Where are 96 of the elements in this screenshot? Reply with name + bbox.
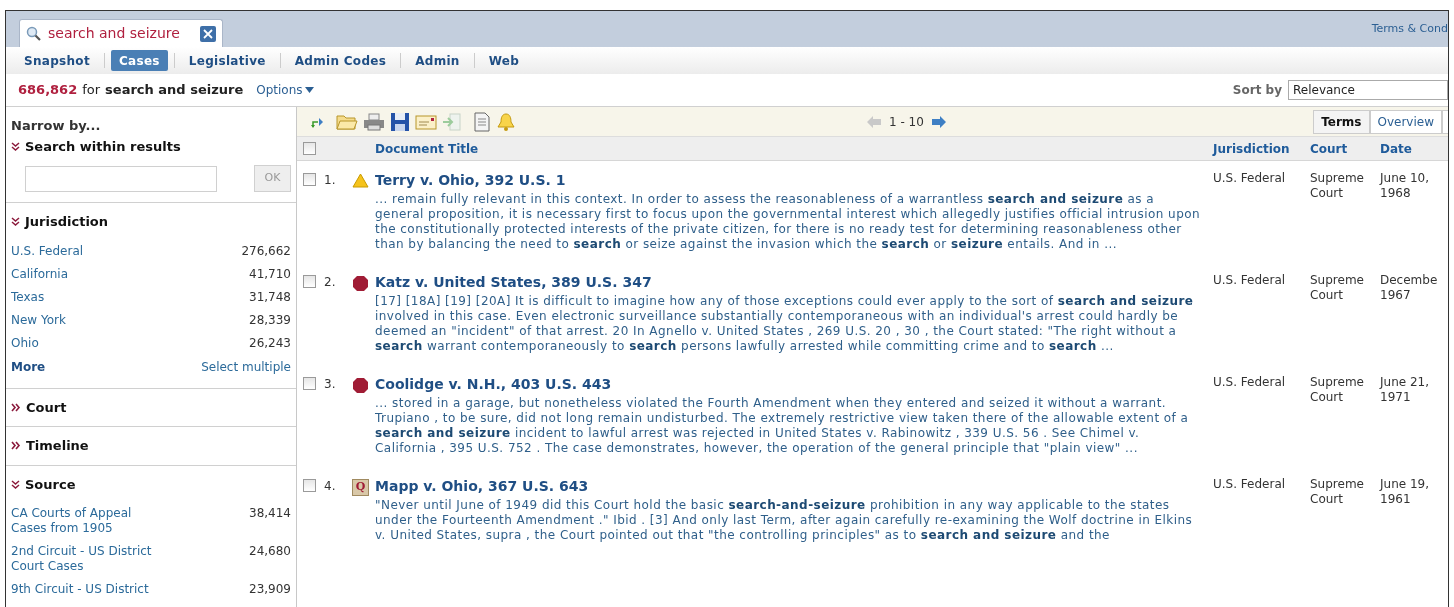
select-multiple-link[interactable]: Select multiple	[201, 357, 291, 376]
court-cell-text: Supreme Court	[1310, 171, 1365, 202]
row-number: 3.	[324, 377, 337, 391]
section-header[interactable]: Search within results	[11, 136, 181, 156]
filter-link[interactable]: California	[11, 266, 161, 282]
quoted-flag: Q	[352, 479, 369, 496]
filter-link[interactable]: 2nd Circuit - US District Court Cases	[11, 544, 161, 574]
previous-arrow-icon[interactable]	[867, 115, 881, 128]
nav-tab[interactable]: Legislative	[180, 50, 274, 71]
terms-link[interactable]: Terms & Cond	[1371, 20, 1448, 38]
options-dropdown[interactable]: Options	[256, 81, 314, 99]
filter-count: 23,909	[249, 582, 291, 597]
nav-tab[interactable]: Admin	[407, 50, 468, 71]
filter-link[interactable]: 9th Circuit - US District	[11, 582, 161, 597]
bell-icon[interactable]	[496, 111, 516, 132]
email-icon[interactable]	[415, 112, 437, 131]
jurisdiction-cell-text: U.S. Federal	[1213, 273, 1287, 289]
nav-tab[interactable]: Cases	[110, 50, 168, 71]
sort-label: Sort by	[1232, 82, 1282, 99]
search-query: search and seizure	[48, 24, 180, 43]
search-tab[interactable]: search and seizure	[19, 19, 223, 47]
date-cell-text: June 21, 1971	[1380, 375, 1431, 406]
filter-link[interactable]: CA Courts of Appeal Cases from 1905	[11, 506, 161, 536]
row-number: 1.	[324, 173, 337, 187]
filter-link[interactable]: Texas	[11, 289, 161, 305]
court-cell-text: Supreme Court	[1310, 273, 1365, 304]
page-range: 1 - 10	[889, 113, 924, 131]
date-cell-text: June 10, 1968	[1380, 171, 1431, 202]
row-number: 4.	[324, 479, 337, 493]
filter-count: 28,339	[249, 312, 291, 328]
column-header[interactable]: Court	[1310, 139, 1380, 158]
chevron-right-icon	[11, 402, 21, 412]
column-header[interactable]: Document Title	[375, 139, 1213, 158]
document-title-link[interactable]: Terry v. Ohio, 392 U.S. 1	[375, 171, 1209, 189]
column-header[interactable]: Jurisdiction	[1213, 139, 1310, 158]
printer-icon[interactable]	[363, 112, 385, 131]
more-link[interactable]: More	[11, 357, 46, 376]
column-header[interactable]: Date	[1380, 139, 1412, 158]
jurisdiction-cell-text: U.S. Federal	[1213, 375, 1287, 391]
date-cell-text: Decembe 1967	[1380, 273, 1439, 304]
row-number: 2.	[324, 275, 337, 289]
snippet-text: ... remain fully relevant in this context. In order to assess the reasonableness of a warrantless search and seizure as a general proposition, it is necessary first to focus upon the governmental interest which allegedly justifies official intrusion upon the constitutionally protected interests of the private citizen, for there is no ready test for determining reasonableness other than by balancing the need to search or seize against the invasion which the search or seizure entails. And in ...	[375, 192, 1202, 252]
document-icon[interactable]	[473, 111, 491, 132]
close-button[interactable]	[199, 25, 216, 42]
nav-tab[interactable]: Snapshot	[16, 50, 98, 71]
result-count: 686,862	[18, 81, 78, 100]
jurisdiction-cell-text: U.S. Federal	[1213, 477, 1287, 493]
section-header[interactable]: Timeline	[11, 436, 89, 456]
filter-count: 31,748	[249, 289, 291, 305]
document-title-link[interactable]: Katz v. United States, 389 U.S. 347	[375, 273, 1209, 291]
result-connector: for	[82, 81, 101, 100]
chevron-down-icon	[11, 141, 20, 151]
checkbox[interactable]	[303, 142, 316, 155]
result-query: search and seizure	[105, 81, 244, 100]
folder-icon[interactable]	[336, 112, 358, 131]
view-tab[interactable]: Terms	[1313, 109, 1370, 134]
next-arrow-icon[interactable]	[931, 115, 946, 128]
export-icon[interactable]	[442, 111, 462, 132]
chevron-down-icon	[11, 479, 20, 489]
nav-tab[interactable]: Admin Codes	[286, 50, 395, 71]
chevron-right-icon	[11, 441, 21, 451]
filter-link[interactable]: Ohio	[11, 335, 161, 351]
view-tab[interactable]	[1442, 109, 1448, 134]
court-cell-text: Supreme Court	[1310, 477, 1365, 508]
filter-count: 24,680	[249, 544, 291, 559]
filter-link[interactable]: New York	[11, 312, 161, 328]
close-icon	[202, 28, 213, 39]
court-cell-text: Supreme Court	[1310, 375, 1365, 406]
filter-count: 38,414	[249, 506, 291, 521]
document-title-link[interactable]: Coolidge v. N.H., 403 U.S. 443	[375, 375, 1209, 393]
filter-count: 276,662	[241, 243, 291, 259]
snippet-text: [17] [18A] [19] [20A] It is difficult to imagine how any of those exceptions could ever apply to the sort of search and seizure involved in this case. Even electronic surveillance substantially contemporaneous with an individual's arrest could hardly be deemed an "incident" of that arrest. 20 In Agnello v. United States , 269 U.S. 20 , 30 , the Court stated: "The right without a search warrant contemporaneously to search persons lawfully arrested while committing crime and to search ...	[375, 294, 1195, 354]
filter-link[interactable]: U.S. Federal	[11, 243, 161, 259]
sidebar-title: Narrow by...	[10, 117, 102, 135]
snippet-text: ... stored in a garage, but nonetheless violated the Fourth Amendment when they entered and seized it without a warrant. Trupiano , to be sure, did not long remain undisturbed. The extremely restrictive view taken there of the allowable extent of a search and seizure incident to lawful arrest was rejected in United States v. Rabinowitz , 339 U.S. 56 . See Chimel v. California , 395 U.S. 752 . The case demonstrates, however, the operation of the general principle that "plain view" ...	[375, 396, 1190, 456]
checkbox[interactable]	[303, 173, 316, 186]
checkbox[interactable]	[303, 479, 316, 492]
snippet-text: "Never until June of 1949 did this Court hold the basic search-and-seizure prohibition in any way applicable to the states under the Fourteenth Amendment ." Ibid . [3] And only last Term, after again carefully re-examining the Wolf doctrine in Elkins v. United States, supra , the Court pointed out that "the controlling principles" as to search and seizure and the	[375, 498, 1194, 543]
jurisdiction-cell-text: U.S. Federal	[1213, 171, 1287, 187]
nav-tab[interactable]: Web	[480, 50, 528, 71]
checkbox[interactable]	[303, 275, 316, 288]
filter-count: 26,243	[249, 335, 291, 351]
save-icon[interactable]	[390, 111, 410, 132]
filter-count: 41,710	[249, 266, 291, 282]
document-title-link[interactable]: Mapp v. Ohio, 367 U.S. 643	[375, 477, 1209, 495]
section-header[interactable]: Source	[11, 474, 76, 494]
search-within-field[interactable]	[25, 165, 217, 192]
caret-icon	[304, 87, 314, 93]
date-cell-text: June 19, 1961	[1380, 477, 1431, 508]
sort-select[interactable]: Relevance	[1288, 80, 1448, 100]
view-tab[interactable]: Overview	[1369, 109, 1442, 134]
search-icon	[26, 25, 42, 42]
chevron-down-icon	[11, 217, 20, 227]
checkbox[interactable]	[303, 377, 316, 390]
section-header[interactable]: Jurisdiction	[11, 212, 109, 232]
section-header[interactable]: Court	[11, 397, 67, 417]
